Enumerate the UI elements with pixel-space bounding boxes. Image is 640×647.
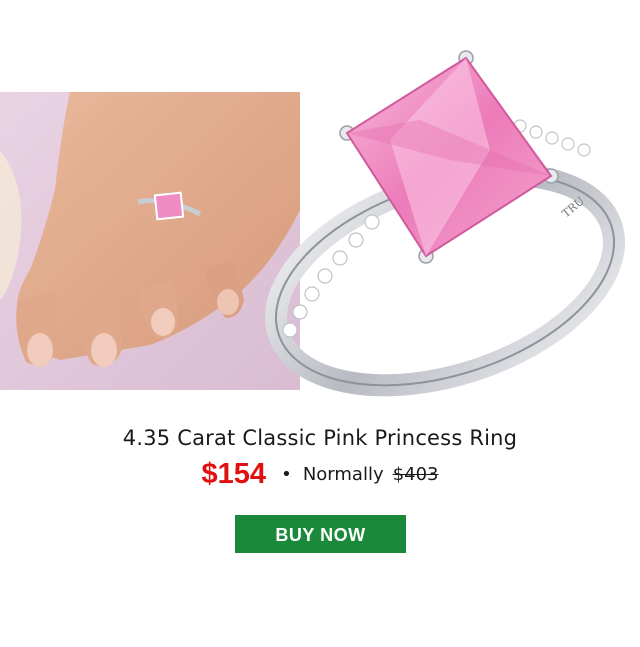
sale-price: $154 xyxy=(201,458,266,490)
product-title: 4.35 Carat Classic Pink Princess Ring xyxy=(122,426,518,450)
buy-now-button[interactable]: BUY NOW xyxy=(235,515,406,553)
hand-photo xyxy=(0,92,301,390)
price-row: $154 • Normally $403 xyxy=(0,458,640,491)
original-price: $403 xyxy=(392,464,439,485)
product-hero: TRU xyxy=(0,0,640,405)
ring-photo: TRU xyxy=(264,50,626,397)
price-separator: • xyxy=(281,464,292,485)
normally-label: Normally xyxy=(302,464,384,485)
product-images: TRU xyxy=(0,50,626,397)
